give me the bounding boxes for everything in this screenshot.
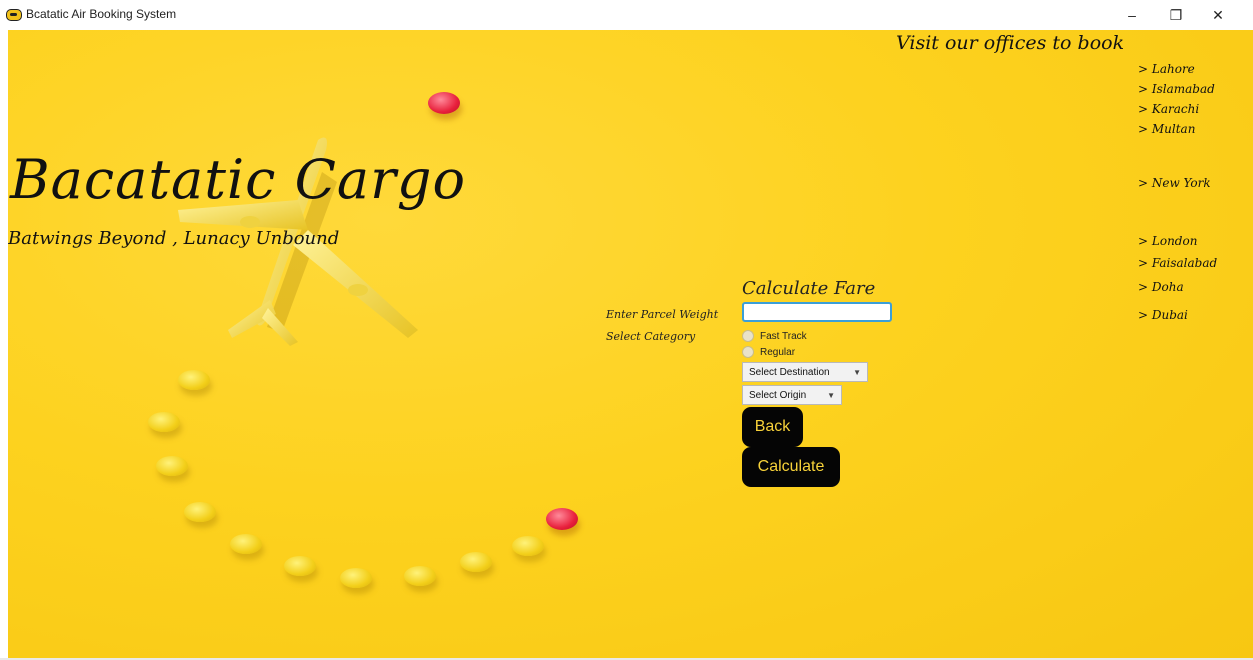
yellow-candy-decoration (284, 556, 316, 576)
office-city: > Karachi (1138, 102, 1200, 116)
yellow-candy-decoration (230, 534, 262, 554)
main-panel: Bacatatic Cargo Batwings Beyond , Lunacy… (8, 30, 1253, 660)
office-city: > Islamabad (1138, 82, 1215, 96)
red-candy-decoration (546, 508, 578, 530)
destination-select[interactable]: Select Destination ▼ (742, 362, 868, 382)
back-button[interactable]: Back (742, 407, 803, 447)
offices-heading: Visit our offices to book (896, 32, 1125, 54)
office-city: > London (1138, 234, 1198, 248)
yellow-candy-decoration (156, 456, 188, 476)
close-icon[interactable]: ✕ (1198, 4, 1238, 26)
office-city: > Multan (1138, 122, 1196, 136)
category-label: Select Category (606, 330, 696, 343)
office-city: > Dubai (1138, 308, 1188, 322)
yellow-candy-decoration (460, 552, 492, 572)
office-city: > Faisalabad (1138, 256, 1218, 270)
chevron-down-icon: ▼ (827, 390, 835, 400)
yellow-candy-decoration (512, 536, 544, 556)
yellow-candy-decoration (184, 502, 216, 522)
yellow-candy-decoration (148, 412, 180, 432)
office-city: > Lahore (1138, 62, 1195, 76)
office-city: > Doha (1138, 280, 1184, 294)
window-titlebar: Bcatatic Air Booking System – ❐ ✕ (0, 0, 1253, 30)
parcel-weight-label: Enter Parcel Weight (606, 308, 719, 321)
fast-track-radio[interactable]: Fast Track (742, 330, 807, 342)
parcel-weight-input[interactable] (742, 302, 892, 322)
regular-label: Regular (760, 346, 796, 358)
brand-title: Bacatatic Cargo (10, 148, 466, 211)
restore-icon[interactable]: ❐ (1156, 4, 1196, 26)
fast-track-label: Fast Track (760, 330, 807, 342)
calculate-fare-heading: Calculate Fare (742, 278, 876, 299)
destination-select-value: Select Destination (749, 366, 830, 378)
yellow-candy-decoration (404, 566, 436, 586)
origin-select-value: Select Origin (749, 389, 807, 401)
regular-radio[interactable]: Regular (742, 346, 795, 358)
red-candy-decoration (428, 92, 460, 114)
yellow-candy-decoration (178, 370, 210, 390)
yellow-candy-decoration (340, 568, 372, 588)
minimize-icon[interactable]: – (1112, 4, 1152, 26)
chevron-down-icon: ▼ (853, 367, 861, 377)
radio-circle[interactable] (742, 346, 754, 358)
brand-tagline: Batwings Beyond , Lunacy Unbound (8, 228, 340, 249)
office-city: > New York (1138, 176, 1211, 190)
app-icon (6, 9, 22, 21)
radio-circle[interactable] (742, 330, 754, 342)
calculate-button[interactable]: Calculate (742, 447, 840, 487)
origin-select[interactable]: Select Origin ▼ (742, 385, 842, 405)
window-title: Bcatatic Air Booking System (26, 7, 177, 21)
